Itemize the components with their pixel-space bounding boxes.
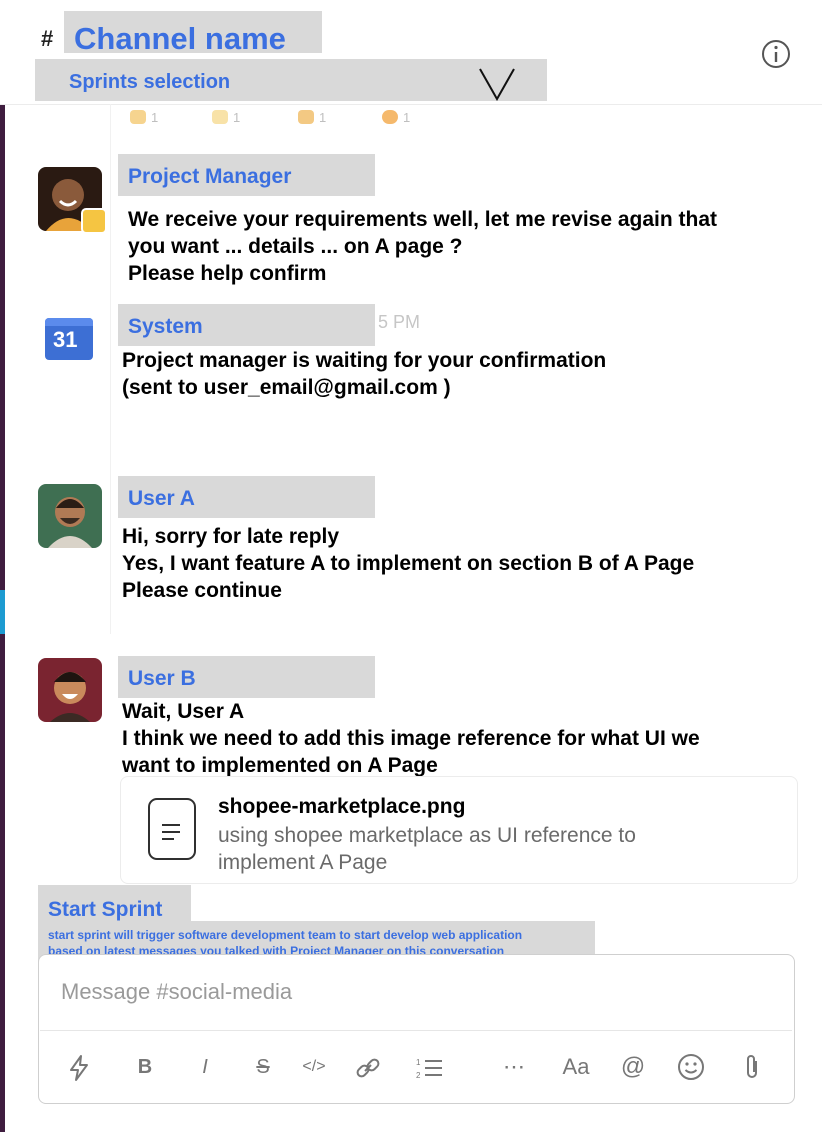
code-button[interactable]: </> xyxy=(294,1050,334,1084)
bold-button[interactable]: B xyxy=(130,1050,160,1084)
clap-emoji-icon xyxy=(298,110,314,124)
reaction-count: 1 xyxy=(151,109,159,125)
sidebar-active-marker xyxy=(0,590,5,634)
message-text: Hi, sorry for late reply Yes, I want fea… xyxy=(122,525,695,602)
reaction-count: 1 xyxy=(319,109,327,125)
raised-hands-emoji-icon xyxy=(212,110,228,124)
author-name-label[interactable]: User B xyxy=(118,656,375,698)
author-name: User A xyxy=(128,487,195,510)
chevron-down-icon[interactable] xyxy=(478,67,516,101)
info-icon[interactable] xyxy=(760,38,792,70)
author-name: System xyxy=(128,315,203,338)
text-format-button[interactable]: Aa xyxy=(556,1050,596,1084)
lightning-icon[interactable] xyxy=(66,1054,92,1082)
tada-emoji-icon xyxy=(130,110,146,124)
reaction-count: 1 xyxy=(403,109,411,125)
svg-text:2: 2 xyxy=(416,1071,421,1080)
avatar[interactable] xyxy=(38,484,102,548)
message-text: Wait, User A I think we need to add this… xyxy=(122,700,700,777)
reaction-chip[interactable]: 1 xyxy=(212,108,240,126)
more-options-icon[interactable]: ⋯ xyxy=(496,1050,532,1084)
author-name: User B xyxy=(128,667,196,690)
channel-name-label[interactable]: Channel name xyxy=(64,11,322,56)
attachment-description: using shopee marketplace as UI reference… xyxy=(218,824,636,874)
channel-name: Channel name xyxy=(74,21,286,56)
link-icon[interactable] xyxy=(354,1054,382,1082)
message-text: Project manager is waiting for your conf… xyxy=(122,349,607,399)
message-timestamp: 5 PM xyxy=(378,312,421,332)
sprints-selection-dropdown[interactable]: Sprints selection xyxy=(35,59,547,101)
author-name-label[interactable]: User A xyxy=(118,476,375,518)
reaction-chip[interactable]: 1 xyxy=(130,108,158,126)
author-name-label[interactable]: Project Manager xyxy=(118,154,375,196)
channel-hash: # xyxy=(41,26,54,51)
sprints-selection-label: Sprints selection xyxy=(69,71,231,93)
author-name: Project Manager xyxy=(128,165,292,188)
attachment-filename[interactable]: shopee-marketplace.png xyxy=(218,795,465,819)
reaction-chip[interactable]: 1 xyxy=(298,108,326,126)
reaction-count: 1 xyxy=(233,109,241,125)
thread-guide-line xyxy=(110,104,111,634)
message-input[interactable] xyxy=(59,973,763,1011)
reaction-chip[interactable]: 1 xyxy=(382,108,410,126)
mention-button[interactable]: @ xyxy=(616,1050,650,1084)
document-icon xyxy=(148,798,196,860)
avatar[interactable] xyxy=(38,658,102,722)
strikethrough-button[interactable]: S xyxy=(248,1050,278,1084)
status-badge xyxy=(81,208,107,234)
italic-button[interactable]: I xyxy=(190,1050,220,1084)
numbered-list-icon[interactable]: 1 2 xyxy=(414,1054,444,1082)
calendar-icon: 31 xyxy=(45,318,93,360)
composer-divider xyxy=(40,1030,792,1031)
start-sprint-label: Start Sprint xyxy=(48,898,163,921)
author-name-label[interactable]: System xyxy=(118,304,375,346)
paperclip-icon[interactable] xyxy=(740,1052,764,1082)
message-text: We receive your requirements well, let m… xyxy=(128,208,718,285)
svg-text:1: 1 xyxy=(416,1058,421,1067)
smile-emoji-icon xyxy=(382,110,398,124)
emoji-icon[interactable] xyxy=(676,1052,706,1082)
workspace-sidebar-edge xyxy=(0,0,5,1132)
